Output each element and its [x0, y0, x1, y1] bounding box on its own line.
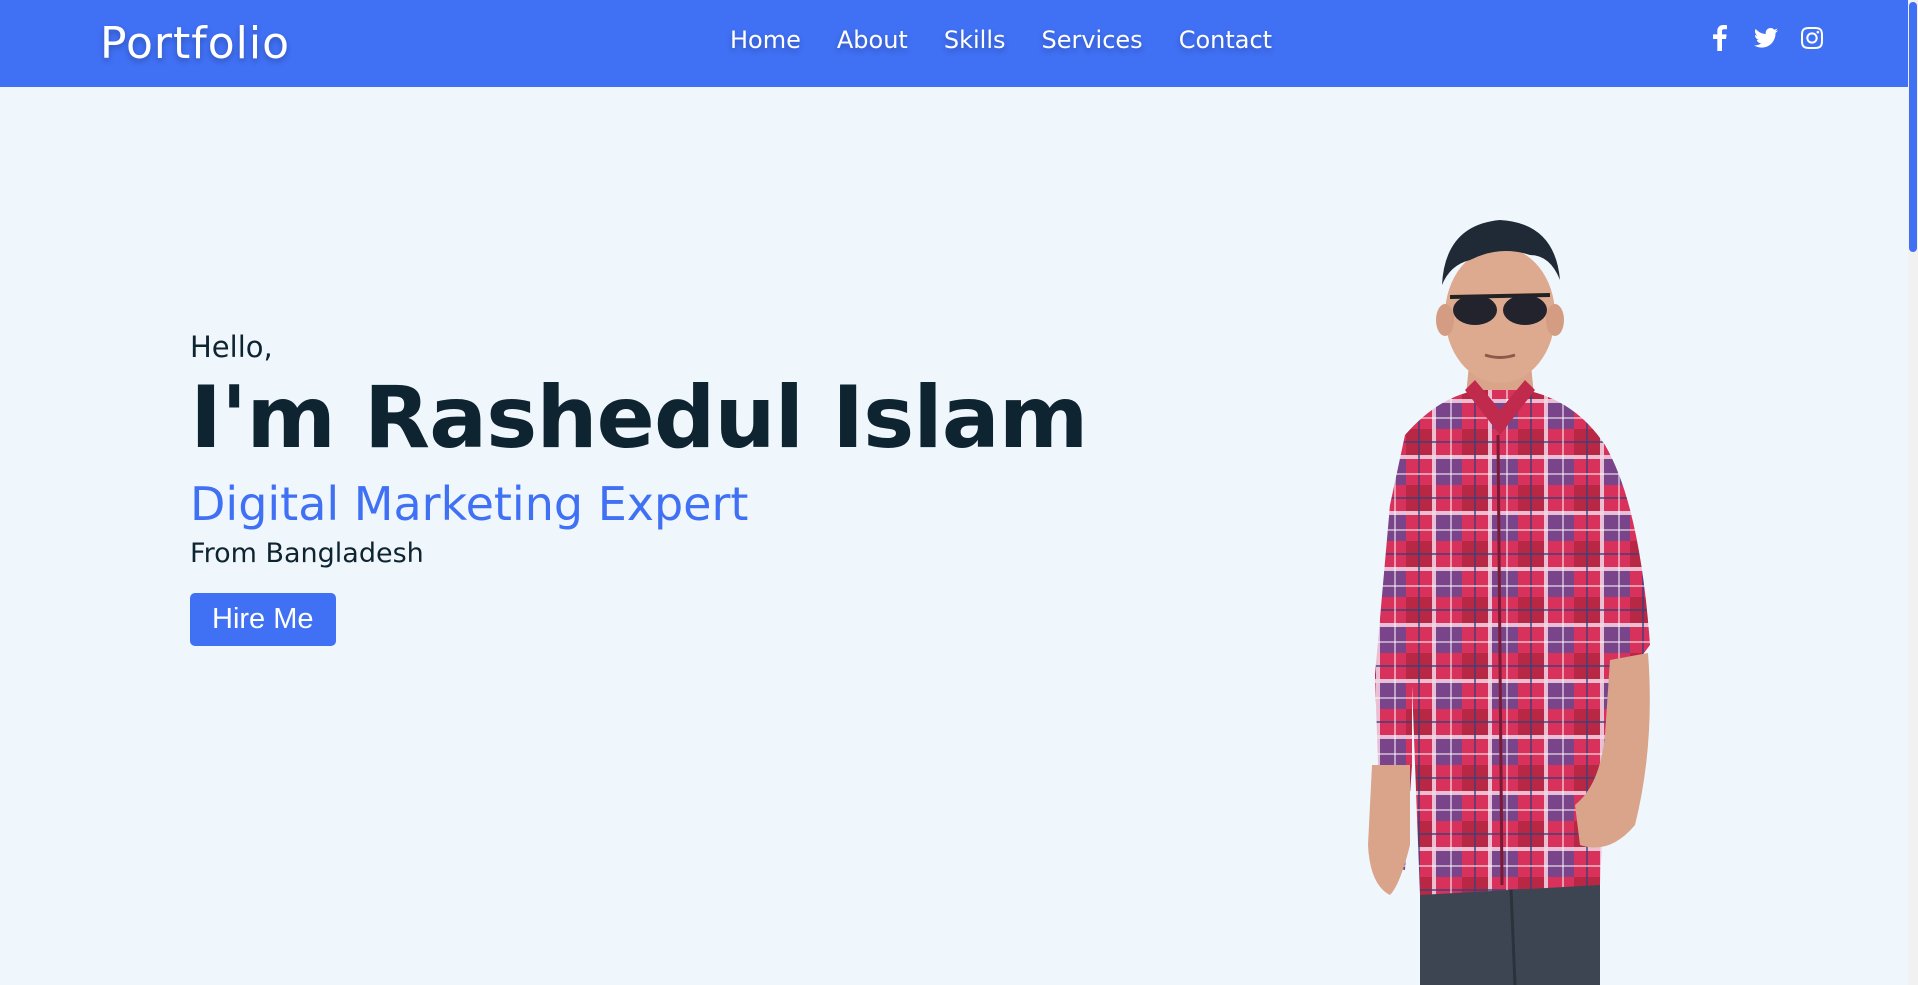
facebook-icon[interactable] — [1708, 24, 1732, 52]
hero-section: Hello, I'm Rashedul Islam Digital Market… — [190, 330, 1088, 646]
hire-me-button[interactable]: Hire Me — [190, 592, 336, 646]
brand-logo[interactable]: Portfolio — [100, 18, 290, 69]
nav-link-about[interactable]: About — [837, 26, 908, 54]
profile-photo — [1368, 220, 1650, 985]
hero-name: I'm Rashedul Islam — [190, 367, 1088, 468]
twitter-icon[interactable] — [1754, 24, 1778, 52]
hero-role: Digital Marketing Expert — [190, 477, 749, 532]
page-scrollbar[interactable] — [1908, 0, 1918, 985]
hero-greeting: Hello, — [190, 330, 273, 364]
social-links — [1708, 24, 1824, 52]
nav-link-services[interactable]: Services — [1041, 26, 1142, 54]
hero-origin: From Bangladesh — [190, 538, 424, 570]
nav-link-skills[interactable]: Skills — [944, 26, 1006, 54]
scrollbar-thumb[interactable] — [1909, 2, 1917, 252]
navbar: Portfolio Home About Skills Services Con… — [0, 0, 1908, 87]
nav-link-home[interactable]: Home — [730, 26, 801, 54]
nav-links: Home About Skills Services Contact — [730, 26, 1272, 54]
instagram-icon[interactable] — [1800, 24, 1824, 52]
nav-link-contact[interactable]: Contact — [1179, 26, 1272, 54]
